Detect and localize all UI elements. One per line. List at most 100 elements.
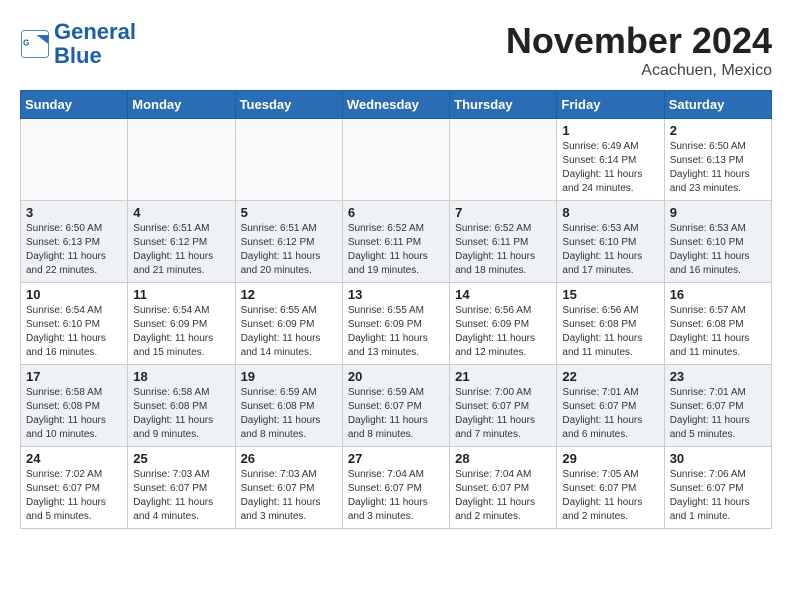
logo-icon: G [20,29,50,59]
day-info: Sunrise: 6:51 AM Sunset: 6:12 PM Dayligh… [133,222,229,278]
day-number: 25 [133,451,229,466]
calendar-day-cell: 10Sunrise: 6:54 AM Sunset: 6:10 PM Dayli… [21,283,128,365]
day-info: Sunrise: 6:49 AM Sunset: 6:14 PM Dayligh… [562,140,658,196]
day-info: Sunrise: 6:52 AM Sunset: 6:11 PM Dayligh… [455,222,551,278]
day-number: 29 [562,451,658,466]
day-number: 27 [348,451,444,466]
day-info: Sunrise: 6:58 AM Sunset: 6:08 PM Dayligh… [26,386,122,442]
day-info: Sunrise: 6:56 AM Sunset: 6:09 PM Dayligh… [455,304,551,360]
calendar-day-cell: 11 Sunrise: 6:54 AM Sunset: 6:09 PM Dayli… [128,283,235,365]
calendar-day-cell: 22 Sunrise: 7:01 AM Sunset: 6:07 PM Dayli… [557,365,664,447]
day-number: 1 [562,123,658,138]
calendar-day-cell: 15 Sunrise: 6:56 AM Sunset: 6:08 PM Dayli… [557,283,664,365]
day-number: 13 [348,287,444,302]
page-header: G General Blue November 2024 Acachuen, M… [20,20,772,80]
calendar-day-cell: 17 Sunrise: 6:58 AM Sunset: 6:08 PM Dayli… [21,365,128,447]
calendar-day-cell: 13 Sunrise: 6:55 AM Sunset: 6:09 PM Dayli… [342,283,449,365]
day-info: Sunrise: 6:52 AM Sunset: 6:11 PM Dayligh… [348,222,444,278]
day-number: 3 [26,205,122,220]
calendar-day-cell [450,119,557,201]
calendar-week-row: 1 Sunrise: 6:49 AM Sunset: 6:14 PM Daylig… [21,119,772,201]
day-number: 20 [348,369,444,384]
day-number: 17 [26,369,122,384]
day-info: Sunrise: 6:57 AM Sunset: 6:08 PM Dayligh… [670,304,766,360]
day-number: 7 [455,205,551,220]
day-info: Sunrise: 6:59 AM Sunset: 6:07 PM Dayligh… [348,386,444,442]
calendar-day-cell [21,119,128,201]
day-info: Sunrise: 6:50 AM Sunset: 6:13 PM Dayligh… [670,140,766,196]
calendar-day-cell: 27 Sunrise: 7:04 AM Sunset: 6:07 PM Dayli… [342,447,449,529]
day-info: Sunrise: 6:56 AM Sunset: 6:08 PM Dayligh… [562,304,658,360]
calendar-day-cell [342,119,449,201]
calendar-table: SundayMondayTuesdayWednesdayThursdayFrid… [20,90,772,529]
day-number: 10 [26,287,122,302]
day-number: 16 [670,287,766,302]
calendar-week-row: 24 Sunrise: 7:02 AM Sunset: 6:07 PM Dayli… [21,447,772,529]
calendar-day-cell: 2 Sunrise: 6:50 AM Sunset: 6:13 PM Daylig… [664,119,771,201]
weekday-header: Tuesday [235,91,342,119]
calendar-day-cell: 7 Sunrise: 6:52 AM Sunset: 6:11 PM Daylig… [450,201,557,283]
day-number: 18 [133,369,229,384]
day-info: Sunrise: 6:58 AM Sunset: 6:08 PM Dayligh… [133,386,229,442]
weekday-header: Monday [128,91,235,119]
day-info: Sunrise: 6:55 AM Sunset: 6:09 PM Dayligh… [348,304,444,360]
day-info: Sunrise: 7:02 AM Sunset: 6:07 PM Dayligh… [26,468,122,524]
day-info: Sunrise: 6:53 AM Sunset: 6:10 PM Dayligh… [562,222,658,278]
day-number: 28 [455,451,551,466]
calendar-day-cell: 24 Sunrise: 7:02 AM Sunset: 6:07 PM Dayli… [21,447,128,529]
calendar-day-cell: 1 Sunrise: 6:49 AM Sunset: 6:14 PM Daylig… [557,119,664,201]
day-info: Sunrise: 6:54 AM Sunset: 6:09 PM Dayligh… [133,304,229,360]
calendar-day-cell: 28Sunrise: 7:04 AM Sunset: 6:07 PM Dayli… [450,447,557,529]
day-number: 11 [133,287,229,302]
calendar-week-row: 17 Sunrise: 6:58 AM Sunset: 6:08 PM Dayli… [21,365,772,447]
calendar-day-cell: 5 Sunrise: 6:51 AM Sunset: 6:12 PM Daylig… [235,201,342,283]
weekday-header: Friday [557,91,664,119]
calendar-day-cell: 19Sunrise: 6:59 AM Sunset: 6:08 PM Dayli… [235,365,342,447]
weekday-header: Sunday [21,91,128,119]
logo: G General Blue [20,20,136,68]
day-number: 24 [26,451,122,466]
calendar-day-cell: 4 Sunrise: 6:51 AM Sunset: 6:12 PM Daylig… [128,201,235,283]
day-info: Sunrise: 7:00 AM Sunset: 6:07 PM Dayligh… [455,386,551,442]
day-info: Sunrise: 6:50 AM Sunset: 6:13 PM Dayligh… [26,222,122,278]
location: Acachuen, Mexico [506,62,772,80]
calendar-day-cell: 21 Sunrise: 7:00 AM Sunset: 6:07 PM Dayli… [450,365,557,447]
day-number: 30 [670,451,766,466]
calendar-day-cell: 26 Sunrise: 7:03 AM Sunset: 6:07 PM Dayli… [235,447,342,529]
day-info: Sunrise: 6:55 AM Sunset: 6:09 PM Dayligh… [241,304,337,360]
calendar-day-cell: 8Sunrise: 6:53 AM Sunset: 6:10 PM Daylig… [557,201,664,283]
day-number: 5 [241,205,337,220]
calendar-day-cell: 16 Sunrise: 6:57 AM Sunset: 6:08 PM Dayli… [664,283,771,365]
day-info: Sunrise: 7:03 AM Sunset: 6:07 PM Dayligh… [241,468,337,524]
weekday-header: Thursday [450,91,557,119]
day-info: Sunrise: 6:51 AM Sunset: 6:12 PM Dayligh… [241,222,337,278]
day-info: Sunrise: 7:06 AM Sunset: 6:07 PM Dayligh… [670,468,766,524]
day-info: Sunrise: 6:53 AM Sunset: 6:10 PM Dayligh… [670,222,766,278]
calendar-day-cell: 14Sunrise: 6:56 AM Sunset: 6:09 PM Dayli… [450,283,557,365]
day-number: 2 [670,123,766,138]
title-section: November 2024 Acachuen, Mexico [506,20,772,80]
calendar-day-cell: 9 Sunrise: 6:53 AM Sunset: 6:10 PM Daylig… [664,201,771,283]
day-number: 9 [670,205,766,220]
day-info: Sunrise: 7:04 AM Sunset: 6:07 PM Dayligh… [348,468,444,524]
calendar-day-cell: 20 Sunrise: 6:59 AM Sunset: 6:07 PM Dayli… [342,365,449,447]
calendar-day-cell [128,119,235,201]
day-number: 19 [241,369,337,384]
day-number: 26 [241,451,337,466]
day-info: Sunrise: 7:01 AM Sunset: 6:07 PM Dayligh… [562,386,658,442]
weekday-header-row: SundayMondayTuesdayWednesdayThursdayFrid… [21,91,772,119]
day-number: 12 [241,287,337,302]
calendar-day-cell: 25 Sunrise: 7:03 AM Sunset: 6:07 PM Dayli… [128,447,235,529]
day-number: 21 [455,369,551,384]
calendar-day-cell: 30 Sunrise: 7:06 AM Sunset: 6:07 PM Dayli… [664,447,771,529]
day-info: Sunrise: 7:03 AM Sunset: 6:07 PM Dayligh… [133,468,229,524]
calendar-day-cell: 29 Sunrise: 7:05 AM Sunset: 6:07 PM Dayli… [557,447,664,529]
day-info: Sunrise: 7:05 AM Sunset: 6:07 PM Dayligh… [562,468,658,524]
day-info: Sunrise: 7:01 AM Sunset: 6:07 PM Dayligh… [670,386,766,442]
calendar-day-cell: 6 Sunrise: 6:52 AM Sunset: 6:11 PM Daylig… [342,201,449,283]
day-number: 15 [562,287,658,302]
day-number: 6 [348,205,444,220]
calendar-day-cell: 3 Sunrise: 6:50 AM Sunset: 6:13 PM Daylig… [21,201,128,283]
day-number: 4 [133,205,229,220]
day-number: 22 [562,369,658,384]
